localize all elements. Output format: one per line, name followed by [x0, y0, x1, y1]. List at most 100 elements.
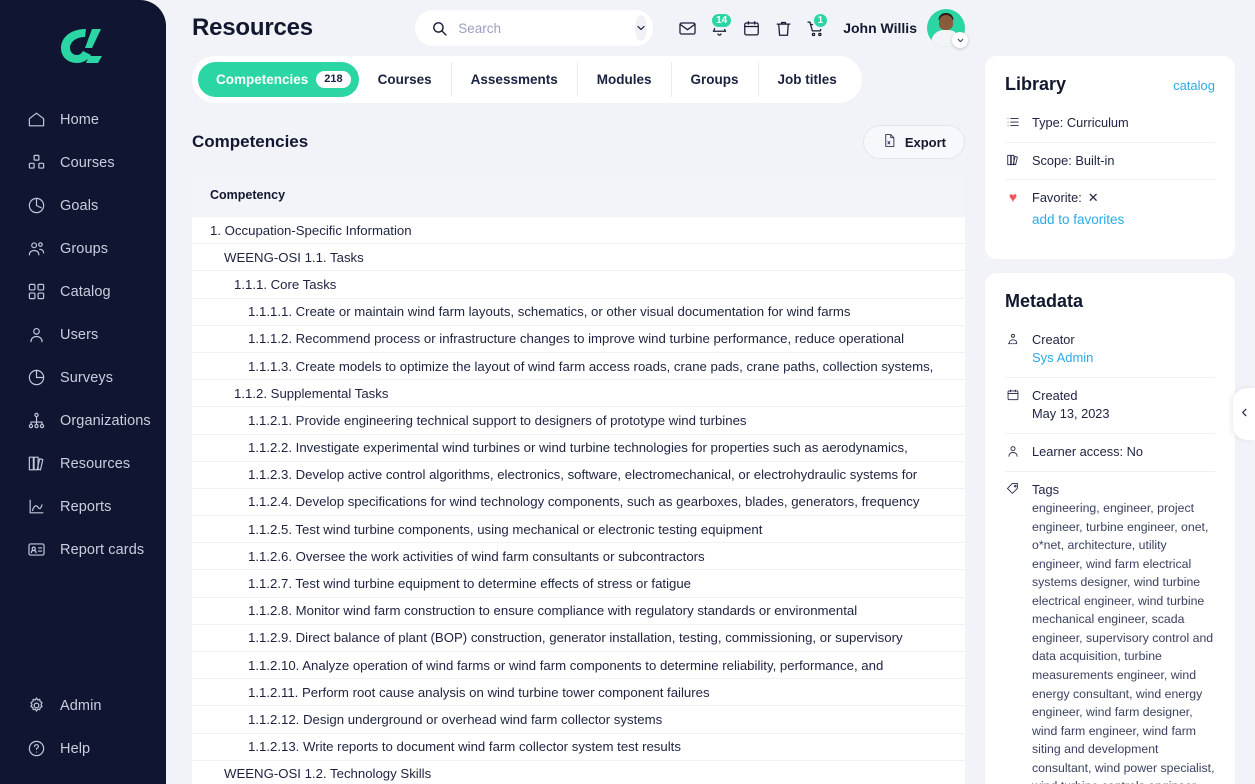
sidebar-item-label: Surveys [60, 369, 114, 386]
sidebar-item-label: Courses [60, 154, 115, 171]
tabs-row: Competencies 218 Courses Assessments Mod… [192, 56, 985, 103]
table-row[interactable]: 1.1.2.13. Write reports to document wind… [192, 734, 965, 761]
table-row[interactable]: 1.1.2.1. Provide engineering technical s… [192, 407, 965, 435]
sidebar-item-label: Admin [60, 697, 102, 714]
library-type-row: Type: Curriculum [1005, 105, 1215, 143]
creator-label: Creator [1032, 331, 1075, 347]
sidebar-item-surveys[interactable]: Surveys [0, 356, 166, 399]
library-scope-value: Scope: Built-in [1032, 152, 1115, 168]
reports-icon [26, 497, 46, 517]
tab-assessments[interactable]: Assessments [452, 62, 578, 97]
metadata-tags-row: Tags engineering, engineer, project engi… [1005, 472, 1215, 784]
sidebar-item-help[interactable]: Help [0, 727, 166, 770]
sidebar: Home Courses Goals Groups Catalog Users … [0, 0, 166, 784]
panel-collapse-toggle[interactable] [1233, 388, 1255, 440]
tab-courses[interactable]: Courses [359, 62, 452, 97]
sidebar-item-label: Catalog [60, 283, 111, 300]
table-row[interactable]: 1.1.2.3. Develop active control algorith… [192, 462, 965, 489]
table-row[interactable]: 1.1.2.7. Test wind turbine equipment to … [192, 570, 965, 598]
table-row[interactable]: 1.1.2.10. Analyze operation of wind farm… [192, 652, 965, 680]
export-label: Export [904, 134, 946, 150]
table-row[interactable]: 1.1.1.2. Recommend process or infrastruc… [192, 326, 965, 353]
sidebar-item-label: Users [60, 326, 99, 343]
column-header-competency: Competency [210, 188, 286, 202]
tag-icon [1005, 481, 1021, 496]
cart-icon[interactable]: 1 [799, 12, 831, 44]
table-row[interactable]: 1.1.1. Core Tasks [192, 271, 965, 299]
sidebar-item-groups[interactable]: Groups [0, 227, 166, 270]
tab-label: Courses [377, 72, 432, 87]
table-row[interactable]: 1.1.2.11. Perform root cause analysis on… [192, 679, 965, 707]
sidebar-item-organizations[interactable]: Organizations [0, 399, 166, 442]
tab-label: Assessments [470, 72, 558, 87]
table-row[interactable]: 1.1.2.4. Develop specifications for wind… [192, 489, 965, 517]
table-row[interactable]: 1. Occupation-Specific Information [192, 217, 965, 245]
chevron-down-icon[interactable] [952, 32, 968, 48]
sidebar-item-report-cards[interactable]: Report cards [0, 528, 166, 571]
trash-icon[interactable] [767, 12, 799, 44]
add-to-favorites-link[interactable]: add to favorites [1032, 210, 1124, 230]
table-row[interactable]: 1.1.2. Supplemental Tasks [192, 380, 965, 408]
tags-label: Tags [1032, 481, 1060, 497]
gear-icon [26, 696, 46, 716]
table-body: 1. Occupation-Specific Information WEENG-… [192, 217, 965, 784]
search-container[interactable] [415, 10, 654, 46]
table-row[interactable]: 1.1.2.8. Monitor wind farm construction … [192, 598, 965, 625]
table-row[interactable]: 1.1.1.3. Create models to optimize the l… [192, 353, 965, 381]
table-row[interactable]: 1.1.2.9. Direct balance of plant (BOP) c… [192, 625, 965, 652]
mail-icon[interactable] [671, 12, 703, 44]
table-row[interactable]: 1.1.1.1. Create or maintain wind farm la… [192, 299, 965, 326]
export-file-icon [882, 133, 897, 151]
sidebar-item-label: Report cards [60, 541, 145, 558]
report-cards-icon [26, 540, 46, 560]
tab-competencies[interactable]: Competencies 218 [198, 62, 359, 97]
sidebar-item-reports[interactable]: Reports [0, 485, 166, 528]
creator-value[interactable]: Sys Admin [1032, 350, 1093, 365]
metadata-card-header: Metadata [1005, 291, 1215, 312]
calendar-icon[interactable] [735, 12, 767, 44]
sidebar-item-label: Groups [60, 240, 109, 257]
table-row[interactable]: 1.1.2.12. Design underground or overhead… [192, 706, 965, 734]
sidebar-item-home[interactable]: Home [0, 98, 166, 141]
table-row[interactable]: WEENG-OSI 1.2. Technology Skills [192, 761, 965, 784]
bell-icon[interactable]: 14 [703, 12, 735, 44]
created-label: Created [1032, 387, 1078, 403]
app-root: Home Courses Goals Groups Catalog Users … [0, 0, 1255, 784]
competency-table: Competency 1. Occupation-Specific Inform… [192, 173, 965, 784]
table-row[interactable]: 1.1.2.5. Test wind turbine components, u… [192, 516, 965, 544]
catalog-icon [26, 282, 46, 302]
table-row[interactable]: 1.1.2.6. Oversee the work activities of … [192, 543, 965, 571]
sidebar-item-users[interactable]: Users [0, 313, 166, 356]
user-icon [1005, 443, 1021, 458]
logo-container[interactable] [0, 0, 166, 92]
sidebar-item-label: Organizations [60, 412, 151, 429]
organizations-icon [26, 411, 46, 431]
close-icon[interactable]: ✕ [1088, 189, 1099, 208]
sidebar-nav: Home Courses Goals Groups Catalog Users … [0, 98, 166, 571]
search-input[interactable] [458, 20, 636, 36]
chevron-down-icon[interactable] [635, 15, 648, 41]
tab-groups[interactable]: Groups [672, 62, 759, 97]
tab-job-titles[interactable]: Job titles [759, 62, 856, 97]
sidebar-item-goals[interactable]: Goals [0, 184, 166, 227]
sidebar-item-admin[interactable]: Admin [0, 684, 166, 727]
sidebar-item-resources[interactable]: Resources [0, 442, 166, 485]
table-row[interactable]: WEENG-OSI 1.1. Tasks [192, 244, 965, 272]
company-logo [61, 29, 102, 63]
goals-icon [26, 196, 46, 216]
sidebar-item-catalog[interactable]: Catalog [0, 270, 166, 313]
catalog-link[interactable]: catalog [1173, 78, 1215, 93]
avatar[interactable] [927, 9, 968, 48]
sidebar-item-label: Goals [60, 197, 99, 214]
section-title: Competencies [192, 132, 309, 151]
main-content: Resources 14 [166, 0, 985, 784]
table-row[interactable]: 1.1.2.2. Investigate experimental wind t… [192, 435, 965, 462]
tab-label: Job titles [777, 72, 837, 87]
groups-icon [26, 239, 46, 259]
library-title: Library [1005, 74, 1067, 94]
library-card: Library catalog Type: Curriculum Scope: … [985, 56, 1235, 259]
export-button[interactable]: Export [862, 125, 965, 159]
tab-modules[interactable]: Modules [578, 62, 672, 97]
metadata-title: Metadata [1005, 290, 1084, 311]
sidebar-item-courses[interactable]: Courses [0, 141, 166, 184]
